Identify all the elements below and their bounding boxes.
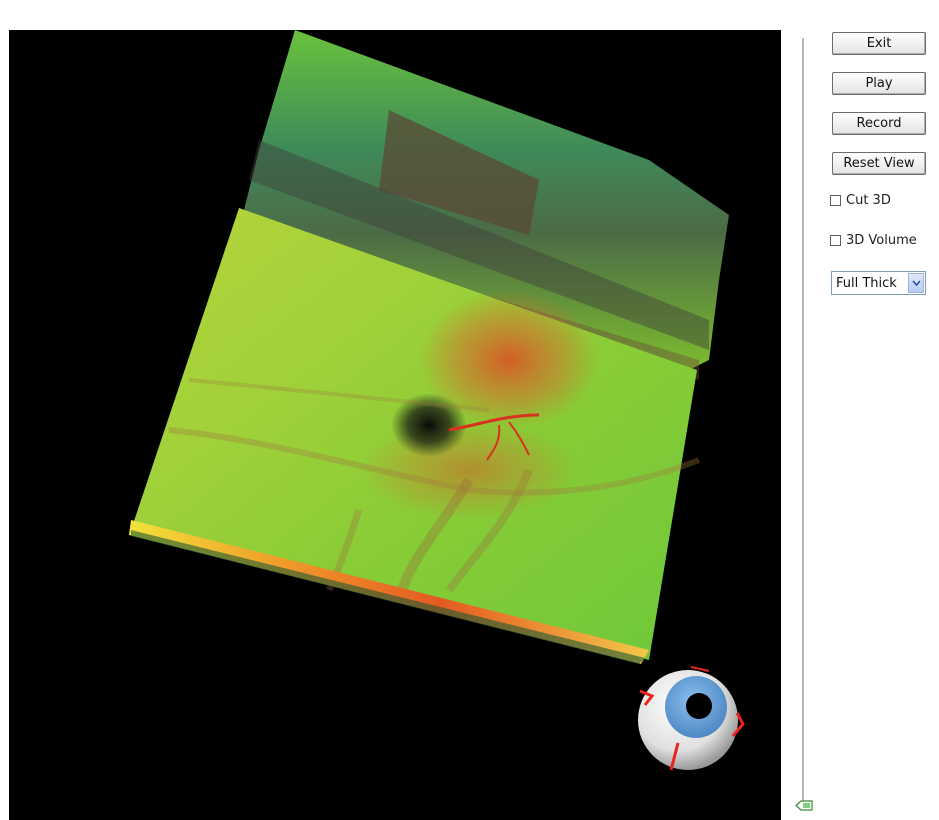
- chevron-down-icon[interactable]: [908, 273, 924, 293]
- play-button[interactable]: Play: [832, 72, 926, 95]
- exit-button[interactable]: Exit: [832, 32, 926, 55]
- reset-view-button[interactable]: Reset View: [832, 152, 926, 175]
- eyeball-icon[interactable]: [638, 666, 745, 771]
- cut-3d-option[interactable]: Cut 3D: [830, 191, 891, 209]
- slider-thumb-icon[interactable]: [795, 800, 813, 811]
- cut-3d-checkbox[interactable]: [830, 194, 841, 206]
- 3d-volume-option[interactable]: 3D Volume: [830, 231, 917, 249]
- record-button[interactable]: Record: [832, 112, 926, 135]
- layer-select[interactable]: Full Thick: [831, 271, 926, 295]
- cut-3d-label: Cut 3D: [846, 192, 891, 208]
- 3d-volume-checkbox[interactable]: [830, 234, 841, 246]
- slice-slider-track[interactable]: [802, 38, 804, 802]
- layer-select-value: Full Thick: [836, 275, 897, 291]
- oct-volume-render[interactable]: [9, 30, 781, 820]
- 3d-viewport[interactable]: [9, 30, 781, 820]
- 3d-volume-label: 3D Volume: [846, 232, 917, 248]
